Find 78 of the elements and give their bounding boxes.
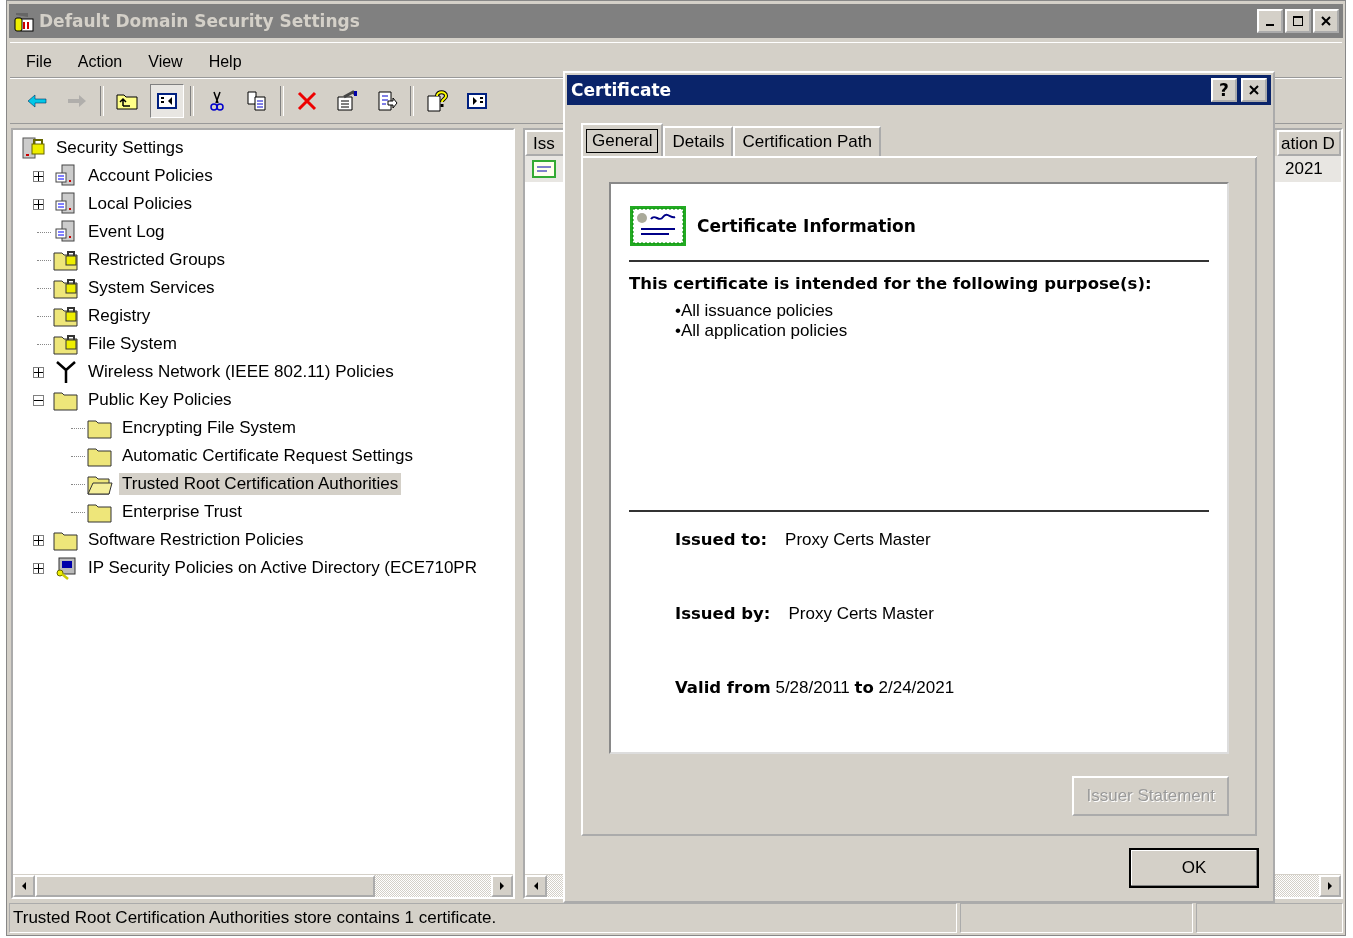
tree-item[interactable]: Software Restriction Policies bbox=[85, 529, 307, 551]
lock-server-icon bbox=[21, 135, 47, 161]
table-cell-text: 2021 bbox=[1285, 159, 1324, 179]
expander-toggle[interactable] bbox=[33, 562, 44, 574]
tree-item[interactable]: Wireless Network (IEEE 802.11) Policies bbox=[85, 361, 397, 383]
field-label: Issued by: bbox=[675, 604, 771, 623]
minimize-icon bbox=[1266, 24, 1274, 26]
expander-toggle[interactable] bbox=[33, 366, 44, 378]
tree-item[interactable]: Public Key Policies bbox=[85, 389, 235, 411]
tree-item[interactable]: Registry bbox=[85, 305, 154, 327]
section-heading: Certificate Information bbox=[697, 216, 916, 236]
key-computer-icon bbox=[53, 555, 79, 581]
copy-icon bbox=[245, 89, 269, 113]
tree-item[interactable]: Account Policies bbox=[85, 165, 216, 187]
purpose-item: •All issuance policies bbox=[675, 301, 835, 321]
delete-icon bbox=[295, 89, 319, 113]
tab[interactable]: Certification Path bbox=[733, 126, 881, 156]
purpose-item: •All application policies bbox=[675, 321, 849, 341]
plus-icon bbox=[34, 367, 43, 377]
maximize-button[interactable] bbox=[1285, 9, 1311, 33]
ok-button[interactable]: OK bbox=[1129, 848, 1259, 888]
close-button[interactable] bbox=[1313, 9, 1339, 33]
app-icon bbox=[13, 10, 35, 32]
help-button[interactable]: ? bbox=[1211, 78, 1237, 102]
right-arrow-icon bbox=[1326, 881, 1334, 891]
status-text: Trusted Root Certification Authorities store contains 1 certificate. bbox=[9, 903, 957, 933]
menu-item[interactable]: Action bbox=[77, 53, 123, 71]
right-arrow-icon bbox=[498, 881, 506, 891]
expander-toggle[interactable] bbox=[33, 394, 44, 406]
properties-icon bbox=[335, 89, 359, 113]
tree-item[interactable]: System Services bbox=[85, 277, 218, 299]
purpose-heading: This certificate is intended for the following purpose(s): bbox=[629, 274, 1153, 293]
close-icon bbox=[1320, 15, 1332, 27]
scroll-right-button[interactable] bbox=[491, 875, 513, 897]
scroll-left-button[interactable] bbox=[13, 875, 35, 897]
window-title: Default Domain Security Settings bbox=[39, 11, 361, 31]
menu-item[interactable]: File bbox=[26, 53, 52, 71]
maximize-icon bbox=[1292, 15, 1304, 27]
toolbar-button[interactable] bbox=[150, 84, 184, 118]
close-button[interactable] bbox=[1241, 78, 1267, 102]
expander-toggle[interactable] bbox=[33, 170, 44, 182]
tree-item[interactable]: Security Settings bbox=[53, 137, 187, 159]
menu-item[interactable]: View bbox=[148, 53, 183, 71]
left-arrow-icon bbox=[20, 881, 28, 891]
plus-icon bbox=[34, 535, 43, 545]
tree-item[interactable]: Trusted Root Certification Authorities bbox=[119, 473, 402, 495]
scroll-left-button[interactable] bbox=[525, 875, 547, 897]
certificate-icon bbox=[531, 159, 557, 179]
field-value: Proxy Certs Master bbox=[788, 604, 934, 623]
plus-icon bbox=[34, 171, 43, 181]
tab[interactable]: Details bbox=[663, 126, 734, 156]
tree-item[interactable]: IP Security Policies on Active Directory (ECE710PR bbox=[85, 557, 480, 579]
tree-item[interactable]: Event Log bbox=[85, 221, 168, 243]
minimize-button[interactable] bbox=[1257, 9, 1283, 33]
tree-item[interactable]: Local Policies bbox=[85, 193, 195, 215]
help-icon bbox=[425, 89, 449, 113]
field-value: Proxy Certs Master bbox=[785, 530, 931, 549]
menu-item[interactable]: Help bbox=[208, 53, 242, 71]
field-label: Issued to: bbox=[675, 530, 768, 549]
expander-toggle[interactable] bbox=[33, 198, 44, 210]
validity-text: Valid from 5/28/2011 to 2/24/2021 bbox=[675, 678, 955, 697]
tree-item[interactable]: Enterprise Trust bbox=[119, 501, 245, 523]
dialog-title: Certificate bbox=[571, 80, 673, 100]
export-list-icon bbox=[375, 89, 399, 113]
scroll-right-button[interactable] bbox=[1319, 875, 1341, 897]
left-arrow-icon bbox=[532, 881, 540, 891]
close-icon bbox=[1248, 84, 1260, 96]
tree-item[interactable]: Restricted Groups bbox=[85, 249, 228, 271]
tab[interactable]: General bbox=[581, 123, 664, 156]
tree-item[interactable]: File System bbox=[85, 333, 180, 355]
tree-item[interactable]: Encrypting File System bbox=[119, 417, 299, 439]
column-header[interactable]: ation D bbox=[1277, 130, 1341, 156]
certificate-icon bbox=[629, 205, 687, 247]
scroll-thumb[interactable] bbox=[35, 875, 375, 897]
expander-toggle[interactable] bbox=[33, 534, 44, 546]
tree-item[interactable]: Automatic Certificate Request Settings bbox=[119, 445, 417, 467]
plus-icon bbox=[34, 199, 43, 209]
plus-icon bbox=[34, 563, 43, 573]
